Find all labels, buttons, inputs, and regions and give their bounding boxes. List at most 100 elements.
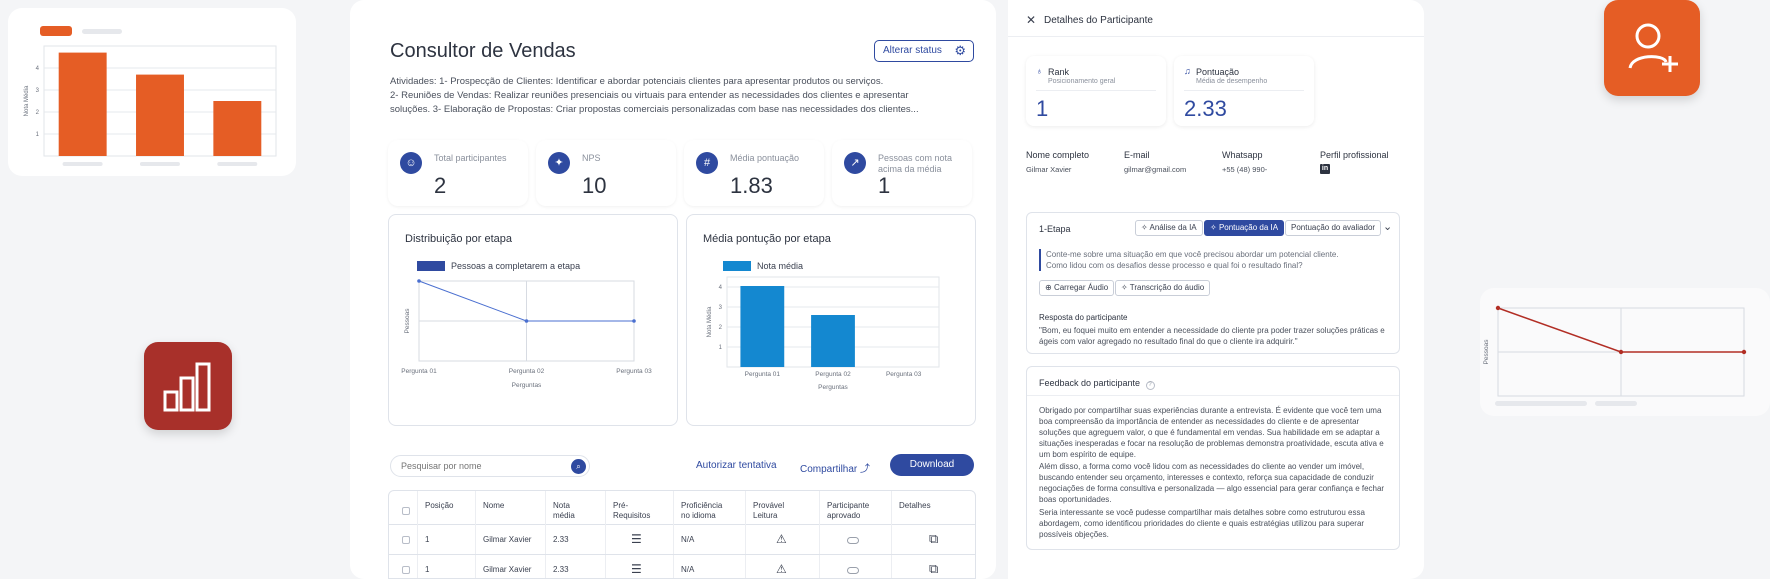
tab-label: Pontuação da IA [1218,223,1279,232]
y-axis-label: Pessoas [404,308,411,334]
download-button[interactable]: Download [890,454,974,476]
users-icon: ☺ [400,152,422,174]
tab-ai-score[interactable]: ✧ Pontuação da IA [1204,220,1285,236]
cell-name: Gilmar Xavier [483,565,532,574]
participants-table: Posição Nome Nota média Pré-Requisitos P… [388,490,976,579]
cell-score: 2.33 [553,535,569,544]
share-link[interactable]: Compartilhar ⤴ [800,460,870,475]
deco-line-chart-card: Pessoas [1480,288,1770,416]
y-tick-label: 2 [36,110,40,116]
info-icon[interactable]: ? [1145,381,1155,390]
share-icon: ⤴ [860,464,871,475]
x-axis-label: Perguntas [818,384,848,391]
approval-toggle[interactable] [847,567,859,574]
details-title: Detalhes do Participante [1044,15,1153,26]
y-tick-label: 2 [719,325,723,331]
stat-label: Total participantes [434,153,507,163]
tab-label: Pontuação do avaliador [1291,223,1376,232]
gear-icon: ⚙ [954,43,966,58]
feedback-card: Feedback do participante ? Obrigado por … [1026,366,1400,550]
field-label: Nome completo [1026,150,1090,160]
authorize-attempt-link[interactable]: Autorizar tentativa [696,460,777,471]
stat-card-average: # Média pontuação 1.83 [684,140,824,206]
cell-position: 1 [425,565,430,574]
tab-evaluator-score[interactable]: Pontuação do avaliador [1285,220,1382,236]
stage-title: 1-Etapa [1039,224,1071,234]
x-tick-label: Pergunta 03 [886,371,922,378]
close-icon[interactable]: ✕ [1026,13,1036,27]
bar [740,286,785,367]
data-point [524,319,529,323]
rank-value: 1 [1036,96,1049,121]
row-checkbox[interactable] [402,566,410,574]
search-box[interactable]: ⌕ [390,455,590,477]
alter-status-button[interactable]: Alterar status ⚙ [874,40,974,62]
feedback-paragraph: Além disso, a forma como você lidou com … [1039,462,1385,504]
add-user-tile[interactable] [1604,0,1700,96]
feedback-paragraph: Obrigado por compartilhar suas experiênc… [1039,406,1384,459]
details-panel: ✕ Detalhes do Participante ♁ Rank Posici… [1008,0,1424,579]
external-link-icon[interactable]: ⧉ [929,561,938,577]
search-icon[interactable]: ⌕ [571,459,586,474]
external-link-icon[interactable]: ⧉ [929,531,938,547]
cell-position: 1 [425,535,430,544]
stat-card-nps: ✦ NPS 10 [536,140,676,206]
field-label: Perfil profissional [1320,150,1389,160]
job-description: Atividades: 1- Prospecção de Clientes: I… [390,75,970,117]
x-axis-label: Perguntas [512,382,542,389]
y-axis-label: Nota Média [707,306,713,337]
transcription-button[interactable]: ✧ Transcrição do áudio [1115,280,1211,296]
data-point [1741,349,1747,355]
description-line: Atividades: 1- Prospecção de Clientes: I… [390,76,884,87]
field-whatsapp: Whatsapp +55 (48) 990- [1222,150,1267,174]
chevron-down-icon[interactable]: ⌄ [1383,220,1392,233]
linkedin-icon[interactable]: in [1320,164,1330,174]
y-tick-label: 1 [36,132,40,138]
answer-text: "Bom, eu foquei muito em entender a nece… [1039,326,1385,346]
y-axis-label: Pessoas [1483,339,1490,365]
load-audio-button[interactable]: ⊕ Carregar Áudio [1039,280,1115,296]
mic-icon: ♫ [1184,66,1191,76]
stat-label: Média pontuação [730,153,800,163]
stat-value: 1 [878,173,891,198]
deco-placeholder-2 [1595,401,1637,406]
description-line: soluções. 3- Elaboração de Propostas: Cr… [390,104,919,115]
stage-question: Conte-me sobre uma situação em que você … [1039,249,1339,271]
main-panel: Consultor de Vendas Alterar status ⚙ Ati… [350,0,996,579]
deco-bar-chart-card: 4 3 2 1 Nota Média [8,8,296,176]
data-point [1495,305,1501,311]
feedback-paragraph: Seria interessante se você pudesse compa… [1039,508,1365,539]
field-value: Gilmar Xavier [1026,165,1072,174]
data-point [632,319,636,323]
field-label: E-mail [1124,150,1150,160]
data-point [1618,349,1624,355]
average-chart-card: Média pontução por etapa Nota média 4321… [686,214,976,426]
score-label: Pontuação [1196,67,1240,77]
sparkle-icon: ✦ [548,152,570,174]
list-icon[interactable]: ☰ [631,532,642,546]
y-tick-label: 4 [36,66,40,72]
bar-chart-icon [163,362,211,412]
distribution-chart-card: Distribuição por etapa Pessoas a complet… [388,214,678,426]
x-tick-label: Pergunta 01 [401,368,437,375]
score-sub: Média de desempenho [1196,78,1268,85]
x-tick-placeholder [139,162,180,166]
bar [58,52,107,156]
rank-label: Rank [1048,67,1070,77]
cell-score: 2.33 [553,565,569,574]
tab-ai-analysis[interactable]: ✧ Análise da IA [1135,220,1203,236]
row-checkbox[interactable] [402,536,410,544]
list-icon[interactable]: ☰ [631,562,642,576]
y-tick-label: 3 [36,88,40,94]
alter-status-label: Alterar status [883,45,942,56]
x-tick-label: Pergunta 03 [616,368,652,375]
approval-toggle[interactable] [847,537,859,544]
field-linkedin: Perfil profissional in [1320,150,1389,174]
cell-proficiency: N/A [681,535,695,544]
x-tick-placeholder [62,162,103,166]
feedback-title: Feedback do participante ? [1039,378,1155,390]
search-input[interactable] [401,459,561,473]
x-tick-placeholder [217,162,258,166]
stat-card-total: ☺ Total participantes 2 [388,140,528,206]
trend-up-icon: ↗ [844,152,866,174]
